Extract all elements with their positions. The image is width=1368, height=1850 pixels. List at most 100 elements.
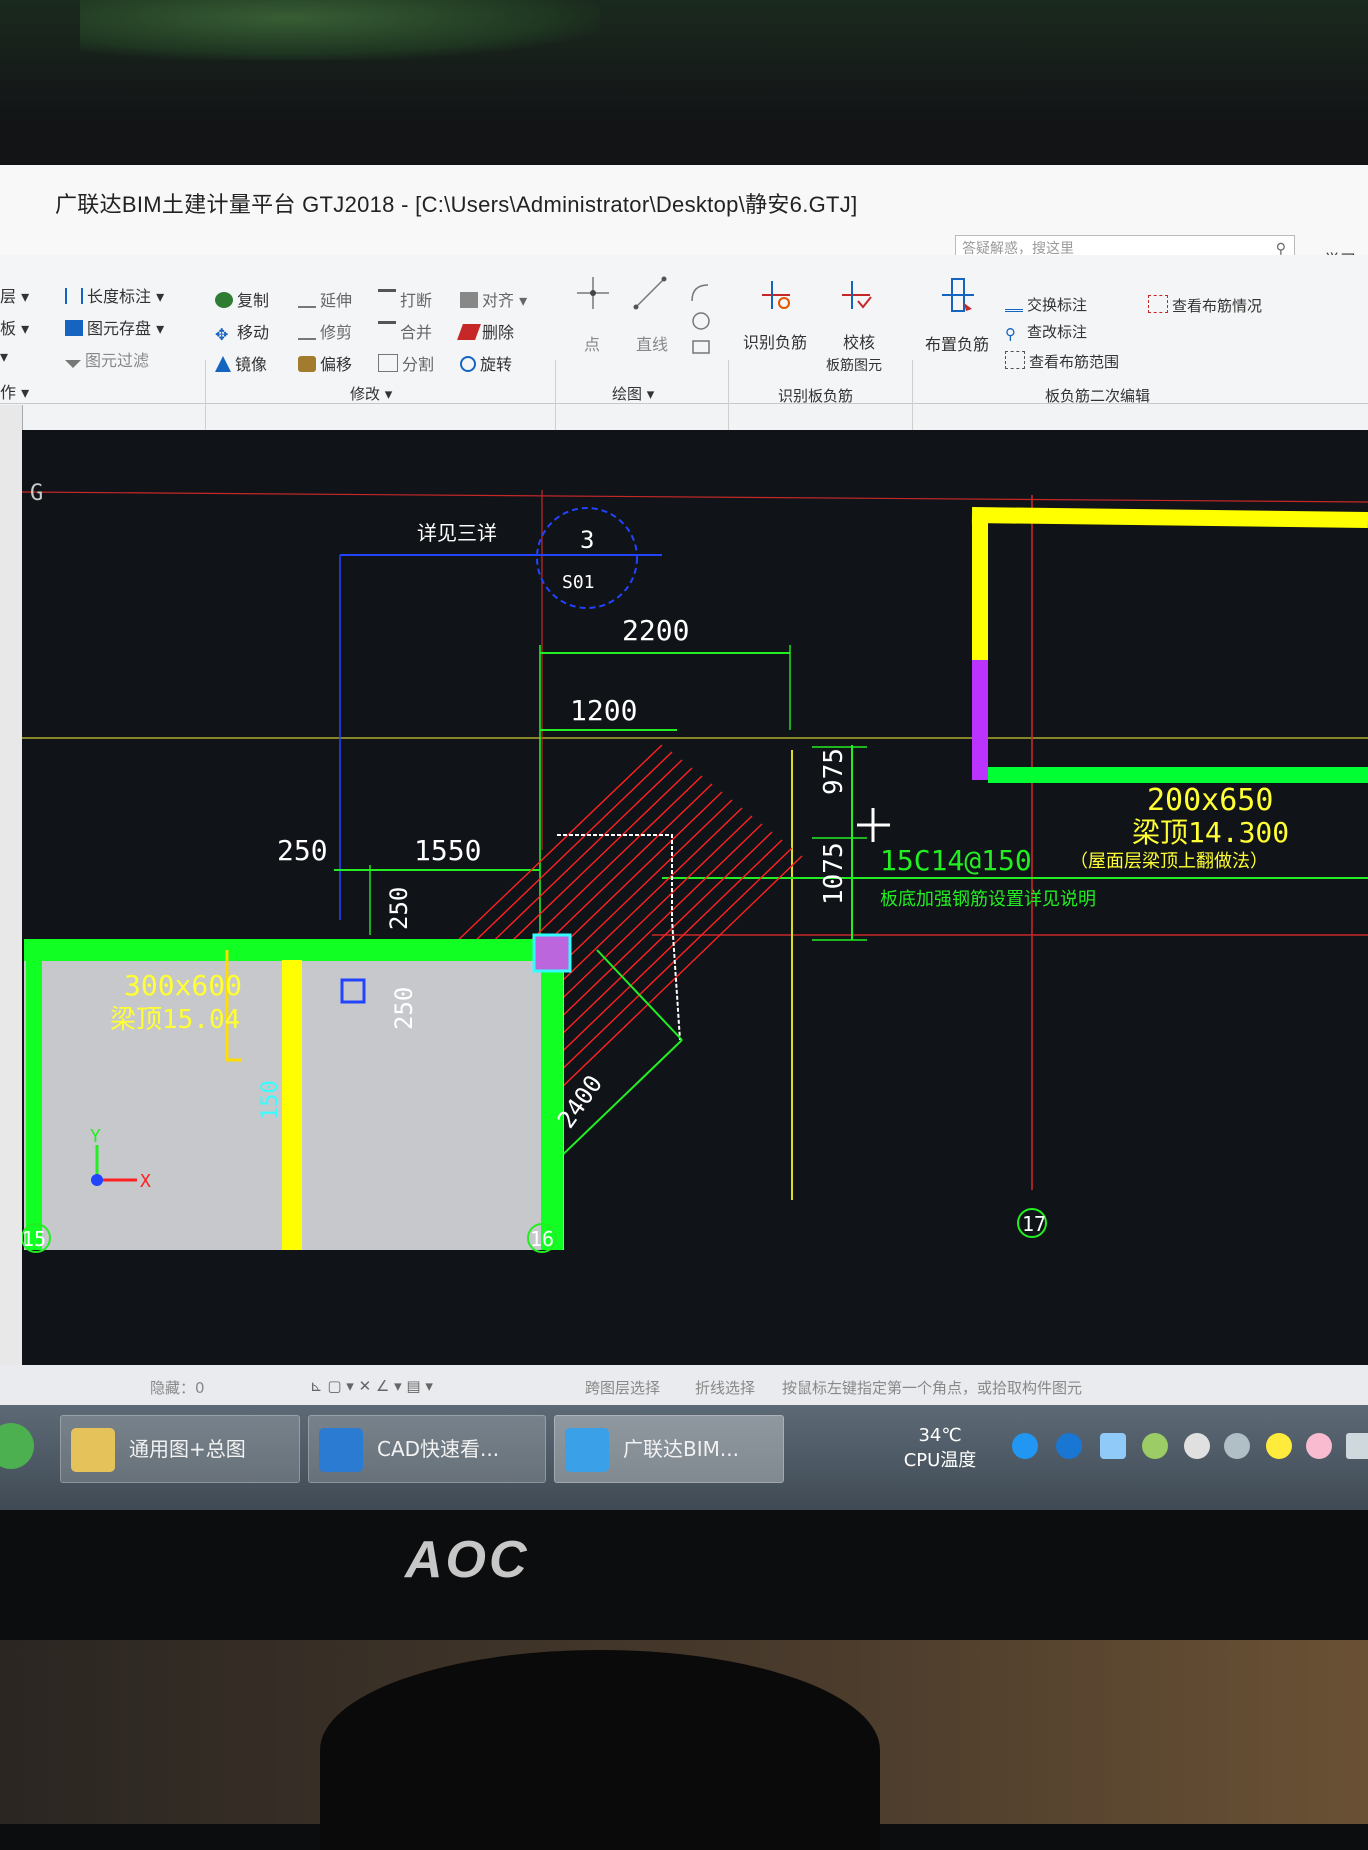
trim-label: 修剪 xyxy=(320,323,353,342)
save-icon xyxy=(65,320,83,336)
top-beam xyxy=(971,507,1368,528)
layout-rebar-icon[interactable] xyxy=(940,277,976,313)
beam-left-size: 300x600 xyxy=(124,969,242,1002)
rebar-group-label: 识别板负筋 xyxy=(778,387,854,405)
extend-label: 延伸 xyxy=(320,291,353,310)
move-button[interactable]: ✥ 移动 xyxy=(215,319,269,344)
ie-browser-icon[interactable] xyxy=(0,1423,34,1469)
element-save-label: 图元存盘 ▾ xyxy=(87,319,165,338)
user-tray-icon[interactable] xyxy=(1224,1433,1250,1459)
split-button[interactable]: 分割 xyxy=(378,351,434,375)
beam-left-elev: 梁顶15.04 xyxy=(110,1005,240,1035)
wechat-tray-icon[interactable] xyxy=(1142,1433,1168,1459)
ribbon-ops-item[interactable]: 作 ▾ xyxy=(0,379,29,403)
delete-button[interactable]: 删除 xyxy=(457,319,515,343)
view-layout-button[interactable]: 查看布筋情况 xyxy=(1148,295,1262,316)
point-icon[interactable] xyxy=(575,275,611,311)
grid-line-g xyxy=(21,491,1368,503)
rotate-label: 旋转 xyxy=(480,355,513,374)
smiley-tray-icon[interactable] xyxy=(1266,1433,1292,1459)
folder-icon xyxy=(71,1428,115,1472)
filter-icon xyxy=(65,360,81,368)
split-icon xyxy=(378,354,398,372)
taskbar-glodon[interactable]: 广联达BIM... xyxy=(554,1415,784,1483)
feather-tray-icon[interactable] xyxy=(1056,1433,1082,1459)
cpu-temp-label: CPU温度 xyxy=(903,1450,977,1471)
detail-label: 详见三详 xyxy=(417,521,497,545)
volume-icon[interactable] xyxy=(1184,1433,1210,1459)
element-filter-button[interactable]: 图元过滤 xyxy=(65,347,149,371)
monitor-screen: 广联达BIM土建计量平台 GTJ2018 - [C:\Users\Adminis… xyxy=(0,165,1368,1510)
edit-annotation-label: 查改标注 xyxy=(1027,323,1088,341)
identify-rebar-icon[interactable] xyxy=(758,277,794,313)
axis-label-17: 17 xyxy=(1022,1212,1046,1236)
cad-drawing-canvas[interactable]: G 详见三详 3 S01 2200 1200 975 1075 250 1550… xyxy=(21,430,1368,1510)
cad-drawing[interactable]: G 详见三详 3 S01 2200 1200 975 1075 250 1550… xyxy=(21,430,1368,1365)
qq-tray-icon[interactable] xyxy=(1306,1433,1332,1459)
length-annotation-button[interactable]: 长度标注 ▾ xyxy=(65,283,164,307)
view-range-label: 查看布筋范围 xyxy=(1029,353,1120,371)
check-rebar-icon[interactable] xyxy=(838,277,874,313)
eraser-icon xyxy=(457,324,481,340)
browser-tray-icon[interactable] xyxy=(1012,1433,1038,1459)
merge-button[interactable]: 合并 xyxy=(378,319,432,343)
extend-button[interactable]: 延伸 xyxy=(298,287,352,311)
ucs-origin xyxy=(91,1174,103,1186)
beam-right-elev: 梁顶14.300 xyxy=(1132,816,1289,849)
copy-button[interactable]: 复制 xyxy=(215,287,269,311)
dim-1550: 1550 xyxy=(414,834,481,867)
modify-group-label[interactable]: 修改 ▾ xyxy=(350,383,392,404)
merge-icon xyxy=(378,321,396,340)
arc-circle-rect-icon[interactable] xyxy=(688,279,714,359)
taskbar-folder[interactable]: 通用图+总图 xyxy=(60,1415,300,1483)
ucs-y-label: Y xyxy=(90,1126,101,1147)
ribbon-board-item[interactable]: 板 ▾ xyxy=(0,315,29,339)
offset-label: 偏移 xyxy=(320,355,353,374)
rotate-button[interactable]: 旋转 xyxy=(460,351,512,375)
layout-status-icon xyxy=(1148,295,1168,313)
shield-tray-icon[interactable] xyxy=(1100,1433,1126,1459)
dim-2200: 2200 xyxy=(622,614,689,647)
extend-icon xyxy=(298,290,316,308)
line-icon[interactable] xyxy=(632,275,668,311)
dimension-icon xyxy=(65,288,83,304)
edit-annotation-button[interactable]: ⚲ 查改标注 xyxy=(1005,321,1088,343)
break-button[interactable]: 打断 xyxy=(378,287,432,311)
offset-icon xyxy=(298,356,316,372)
status-tool-icons[interactable]: ⊾ ▢ ▾ ✕ ∠ ▾ ▤ ▾ xyxy=(310,1377,433,1395)
break-icon xyxy=(378,289,396,308)
trim-button[interactable]: 修剪 xyxy=(298,319,352,343)
split-label: 分割 xyxy=(402,355,435,374)
point-label: 点 xyxy=(584,335,601,354)
draw-group-label[interactable]: 绘图 ▾ xyxy=(612,383,654,404)
ribbon-extra-item[interactable]: ▾ xyxy=(0,347,8,366)
rebar-note: 板底加强钢筋设置详见说明 xyxy=(880,889,1096,910)
taskbar-folder-label: 通用图+总图 xyxy=(129,1437,246,1461)
identify-rebar-label: 识别负筋 xyxy=(743,333,808,352)
status-hint: 按鼠标左键指定第一个角点，或拾取构件图元 xyxy=(782,1379,1083,1397)
rebar-spec: 15C14@150 xyxy=(880,844,1032,877)
ribbon-layer-item[interactable]: 层 ▾ xyxy=(0,283,29,307)
line-label: 直线 xyxy=(636,335,669,354)
delete-label: 删除 xyxy=(482,323,515,342)
column-marker xyxy=(532,933,572,973)
view-range-button[interactable]: 查看布筋范围 xyxy=(1005,351,1119,372)
offset-button[interactable]: 偏移 xyxy=(298,351,352,375)
length-annotation-label: 长度标注 ▾ xyxy=(87,287,165,306)
cross-layer-select[interactable]: 跨图层选择 xyxy=(585,1377,660,1398)
monitor-brand-logo: AOC xyxy=(405,1531,530,1589)
swap-annotation-button[interactable]: 交换标注 xyxy=(1005,293,1087,315)
mirror-button[interactable]: 镜像 xyxy=(215,351,267,375)
element-save-button[interactable]: 图元存盘 ▾ xyxy=(65,315,164,339)
left-panel-strip[interactable] xyxy=(0,405,23,1510)
align-button[interactable]: 对齐 ▾ xyxy=(460,287,527,311)
window-title: 广联达BIM土建计量平台 GTJ2018 - [C:\Users\Adminis… xyxy=(55,192,858,217)
cpu-temp-widget[interactable]: 34℃ CPU温度 xyxy=(900,1425,980,1472)
view-layout-label: 查看布筋情况 xyxy=(1172,297,1263,315)
taskbar-cad-viewer[interactable]: CAD快速看... xyxy=(308,1415,546,1483)
polyline-select[interactable]: 折线选择 xyxy=(695,1377,755,1398)
beam-right-size: 200x650 xyxy=(1147,783,1273,818)
element-filter-label: 图元过滤 xyxy=(85,351,150,370)
network-icon[interactable] xyxy=(1346,1433,1368,1459)
cad-viewer-icon xyxy=(319,1428,363,1472)
